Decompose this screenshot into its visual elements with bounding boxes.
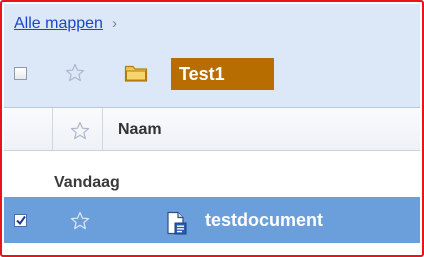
row-star-icon[interactable]: [70, 211, 90, 231]
group-header-today: Vandaag: [54, 174, 120, 191]
column-divider: [102, 108, 103, 150]
document-icon: [167, 211, 187, 235]
breadcrumb-all-folders-link[interactable]: Alle mappen: [14, 15, 103, 33]
folder-title: Test1: [171, 58, 274, 90]
folder-select-checkbox[interactable]: [14, 67, 27, 80]
folder-view-panel: Alle mappen › Test1 Naam Vandaag testdoc…: [0, 0, 424, 257]
name-column-header[interactable]: Naam: [118, 121, 162, 139]
column-header-bar: [4, 108, 420, 151]
breadcrumb-separator-icon: ›: [111, 15, 117, 32]
checkmark-icon: [16, 215, 26, 226]
column-divider: [52, 108, 53, 150]
star-column-header-icon[interactable]: [70, 121, 90, 141]
folder-star-icon[interactable]: [65, 63, 85, 83]
folder-icon: [124, 65, 148, 82]
row-select-checkbox[interactable]: [14, 214, 27, 227]
breadcrumb: Alle mappen ›: [14, 15, 117, 33]
document-title-link[interactable]: testdocument: [205, 210, 323, 231]
